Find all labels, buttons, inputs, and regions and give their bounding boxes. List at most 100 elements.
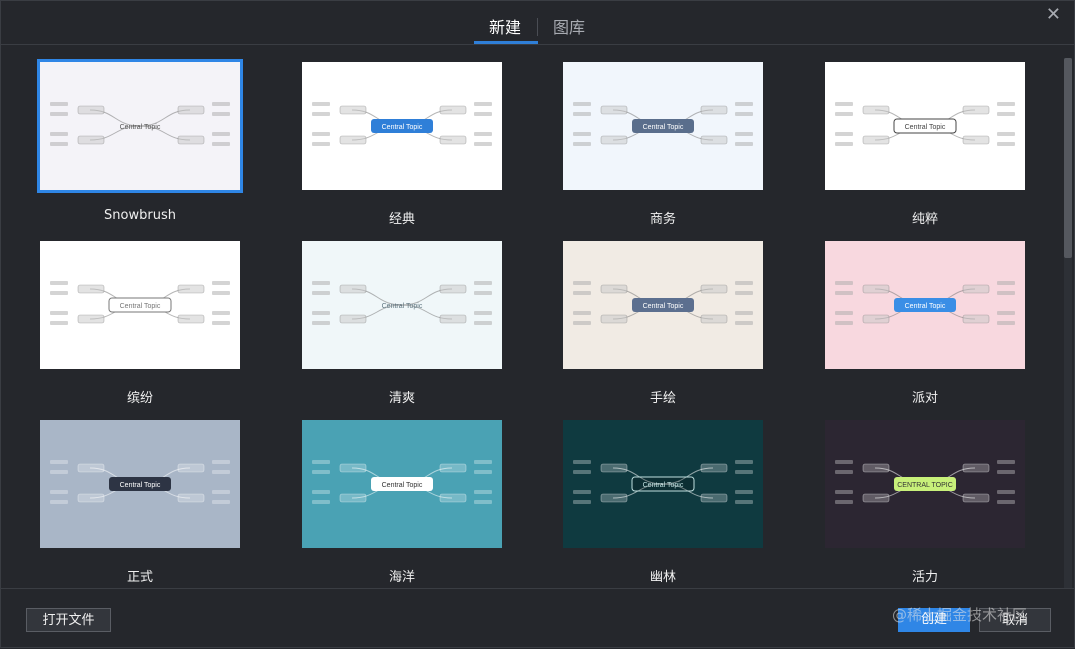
subtopic-node — [474, 132, 492, 136]
template-card[interactable]: Central Topic 清爽 — [302, 241, 502, 406]
main-topic-node — [862, 493, 890, 503]
template-card[interactable]: Central Topic 正式 — [40, 420, 240, 585]
subtopic-node — [474, 102, 492, 106]
active-tab-indicator — [474, 41, 538, 44]
subtopic-node — [735, 291, 753, 295]
subtopic-node — [997, 311, 1015, 315]
mindmap-preview: Central Topic — [573, 460, 753, 504]
subtopic-node — [312, 291, 330, 295]
subtopic-node — [735, 500, 753, 504]
subtopic-node — [735, 470, 753, 474]
tab-gallery[interactable]: 图库 — [553, 14, 585, 38]
subtopic-node — [835, 291, 853, 295]
subtopic-node — [312, 102, 330, 106]
subtopic-node — [50, 490, 68, 494]
template-card[interactable]: CENTRAL TOPIC 活力 — [825, 420, 1025, 585]
subtopic-node — [50, 460, 68, 464]
template-thumbnail[interactable]: Central Topic — [563, 241, 763, 369]
subtopic-node — [997, 112, 1015, 116]
template-thumbnail[interactable]: Central Topic — [825, 62, 1025, 190]
main-topic-node — [962, 314, 990, 324]
subtopic-node — [573, 321, 591, 325]
mindmap-preview: Central Topic — [835, 102, 1015, 146]
central-topic-label: Central Topic — [120, 482, 161, 489]
main-topic-node — [962, 463, 990, 473]
template-name: 清爽 — [388, 391, 415, 406]
template-card[interactable]: Central Topic 缤纷 — [40, 241, 240, 406]
subtopic-node — [835, 142, 853, 146]
subtopic-node — [50, 132, 68, 136]
subtopic-node — [474, 291, 492, 295]
close-icon[interactable]: ✕ — [1046, 4, 1061, 25]
tab-bar: 新建 图库 ✕ — [0, 0, 1075, 45]
main-topic-node — [77, 493, 105, 503]
template-name: 手绘 — [649, 391, 676, 406]
subtopic-node — [997, 291, 1015, 295]
scrollbar-thumb[interactable] — [1064, 58, 1072, 258]
create-button[interactable]: 创建 — [898, 608, 970, 632]
subtopic-node — [312, 470, 330, 474]
subtopic-node — [50, 500, 68, 504]
main-topic-node — [862, 135, 890, 145]
main-topic-node — [600, 284, 628, 294]
template-thumbnail[interactable]: CENTRAL TOPIC — [825, 420, 1025, 548]
template-card[interactable]: Central Topic 商务 — [563, 62, 763, 227]
template-thumbnail[interactable]: Central Topic — [563, 420, 763, 548]
main-topic-node — [600, 105, 628, 115]
scrollbar[interactable] — [1064, 58, 1072, 588]
subtopic-node — [312, 321, 330, 325]
template-card[interactable]: Central Topic 幽林 — [563, 420, 763, 585]
main-topic-node — [77, 463, 105, 473]
subtopic-node — [474, 460, 492, 464]
main-topic-node — [177, 105, 205, 115]
main-topic-node — [700, 135, 728, 145]
central-topic-label: Central Topic — [382, 303, 423, 310]
main-topic-node — [439, 135, 467, 145]
open-file-button[interactable]: 打开文件 — [26, 608, 111, 632]
subtopic-node — [573, 281, 591, 285]
template-name: 经典 — [388, 212, 415, 227]
subtopic-node — [835, 321, 853, 325]
template-card[interactable]: Central Topic 手绘 — [563, 241, 763, 406]
main-topic-node — [600, 135, 628, 145]
template-thumbnail[interactable]: Central Topic — [302, 420, 502, 548]
template-grid: Central Topic Snowbrush Central Topic 经典 Cen… — [0, 45, 1062, 588]
main-topic-node — [862, 463, 890, 473]
mindmap-preview: Central Topic — [835, 281, 1015, 325]
template-thumbnail[interactable]: Central Topic — [40, 241, 240, 369]
template-card[interactable]: Central Topic 海洋 — [302, 420, 502, 585]
template-card[interactable]: Central Topic Snowbrush — [37, 59, 243, 223]
template-thumbnail[interactable]: Central Topic — [563, 62, 763, 190]
cancel-button[interactable]: 取消 — [979, 608, 1051, 632]
main-topic-node — [177, 284, 205, 294]
central-topic-label: Central Topic — [643, 482, 684, 489]
subtopic-node — [835, 132, 853, 136]
main-topic-node — [177, 135, 205, 145]
subtopic-node — [835, 470, 853, 474]
template-card[interactable]: Central Topic 纯粹 — [825, 62, 1025, 227]
mindmap-preview: Central Topic — [573, 102, 753, 146]
subtopic-node — [573, 470, 591, 474]
central-topic-label: Central Topic — [120, 303, 161, 310]
mindmap-preview: Central Topic — [573, 281, 753, 325]
template-card[interactable]: Central Topic 经典 — [302, 62, 502, 227]
template-name: 海洋 — [388, 570, 415, 585]
template-card[interactable]: Central Topic 派对 — [825, 241, 1025, 406]
tab-new[interactable]: 新建 — [489, 14, 521, 38]
subtopic-node — [312, 490, 330, 494]
main-topic-node — [339, 135, 367, 145]
mindmap-preview: Central Topic — [312, 460, 492, 504]
template-thumbnail[interactable]: Central Topic — [825, 241, 1025, 369]
main-topic-node — [439, 314, 467, 324]
subtopic-node — [835, 311, 853, 315]
template-thumbnail[interactable]: Central Topic — [37, 59, 243, 193]
mindmap-preview: Central Topic — [312, 102, 492, 146]
template-thumbnail[interactable]: Central Topic — [302, 62, 502, 190]
template-thumbnail[interactable]: Central Topic — [40, 420, 240, 548]
subtopic-node — [474, 311, 492, 315]
subtopic-node — [735, 102, 753, 106]
template-thumbnail[interactable]: Central Topic — [302, 241, 502, 369]
subtopic-node — [835, 281, 853, 285]
central-topic-label: Central Topic — [643, 303, 684, 310]
main-topic-node — [77, 135, 105, 145]
